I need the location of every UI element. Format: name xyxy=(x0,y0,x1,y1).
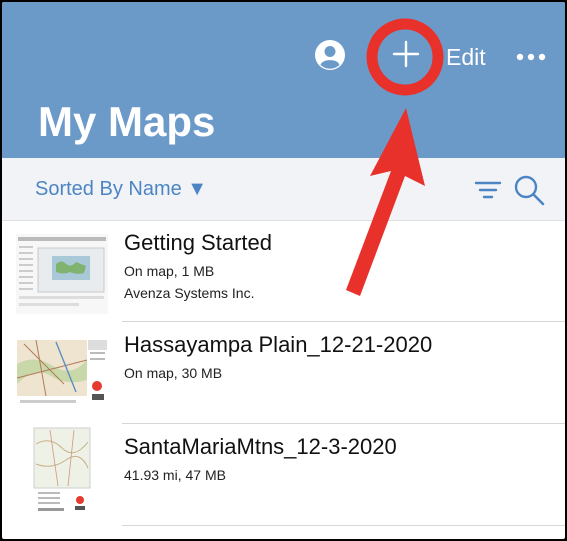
edit-button[interactable]: Edit xyxy=(446,43,486,71)
map-title: Getting Started xyxy=(124,230,272,255)
page-title: My Maps xyxy=(38,98,216,145)
map-thumbnail xyxy=(16,234,108,314)
add-map-button[interactable] xyxy=(388,36,424,72)
map-list-item[interactable]: Getting Started On map, 1 MB Avenza Syst… xyxy=(2,220,565,322)
map-size: On map, 1 MB xyxy=(124,263,215,279)
header-bar: Edit My Maps xyxy=(2,2,565,158)
more-icon[interactable] xyxy=(514,45,548,69)
sort-bar: Sorted By Name ▼ xyxy=(2,158,565,221)
map-list-item[interactable]: Hassayampa Plain_12-21-2020 On map, 30 M… xyxy=(2,322,565,424)
map-title: Hassayampa Plain_12-21-2020 xyxy=(124,332,433,357)
map-list-item[interactable]: SantaMariaMtns_12-3-2020 41.93 mi, 47 MB xyxy=(2,424,565,526)
app-window: Edit My Maps Sorted By Name ▼ Getting St… xyxy=(2,2,565,539)
plus-icon xyxy=(392,40,420,68)
search-icon[interactable] xyxy=(512,173,546,207)
row-divider xyxy=(122,525,565,526)
map-title: SantaMariaMtns_12-3-2020 xyxy=(124,434,397,459)
filter-icon[interactable] xyxy=(474,177,502,203)
map-thumbnail xyxy=(30,424,94,522)
map-size: On map, 30 MB xyxy=(124,365,223,381)
map-thumbnail xyxy=(16,334,108,414)
map-publisher: Avenza Systems Inc. xyxy=(124,285,255,301)
profile-icon[interactable] xyxy=(314,39,346,71)
map-size: 41.93 mi, 47 MB xyxy=(124,467,226,483)
sort-dropdown[interactable]: Sorted By Name ▼ xyxy=(35,177,207,201)
